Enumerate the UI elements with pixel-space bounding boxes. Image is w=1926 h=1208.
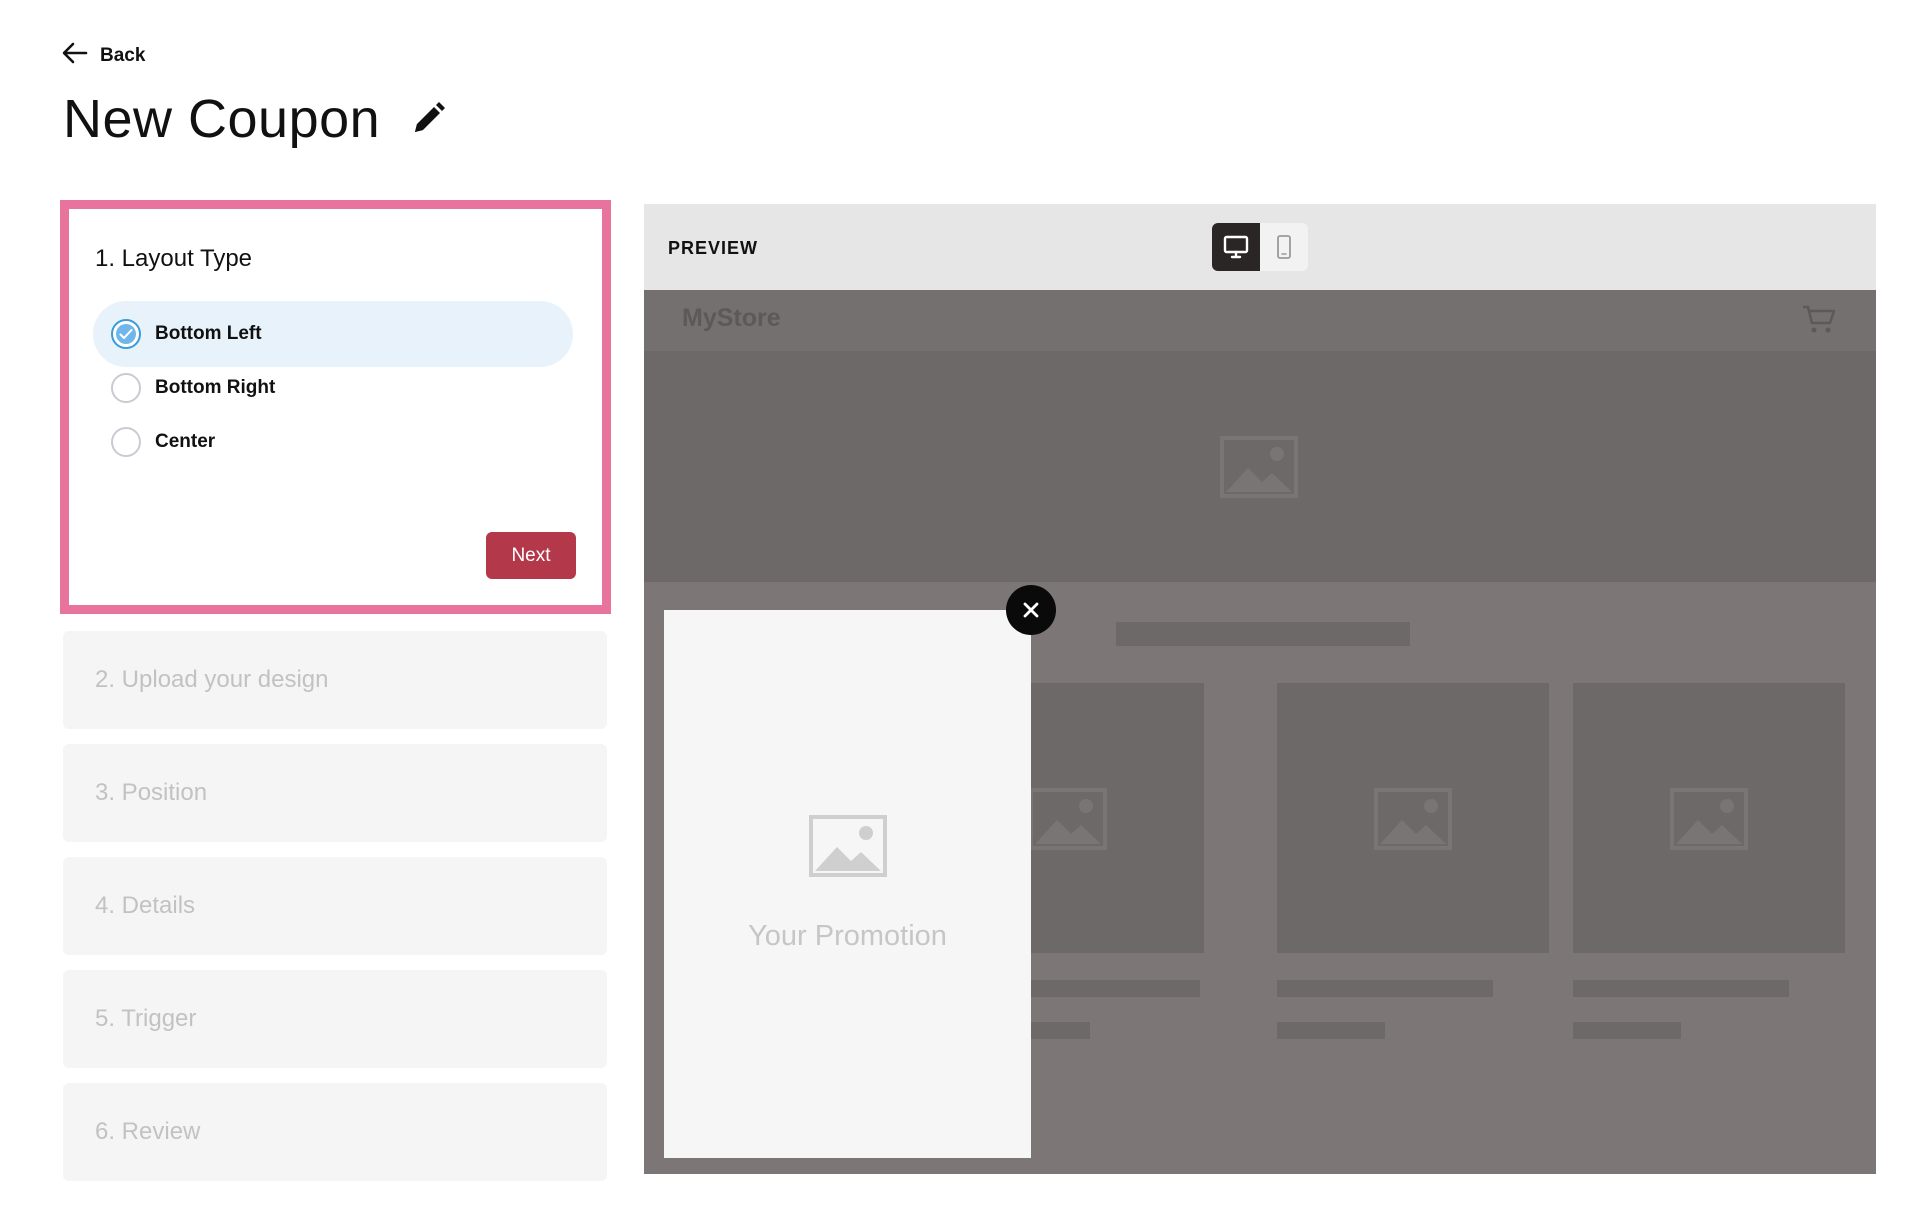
back-label: Back <box>100 45 146 66</box>
step-details[interactable]: 4. Details <box>63 857 607 955</box>
option-label: Center <box>155 431 216 452</box>
next-button[interactable]: Next <box>486 532 576 579</box>
mobile-icon <box>1277 235 1291 259</box>
image-placeholder-icon <box>1374 788 1452 850</box>
page-title: New Coupon <box>63 89 381 149</box>
product-title-placeholder <box>1573 980 1789 997</box>
preview-header: PREVIEW <box>644 204 1876 290</box>
step-position[interactable]: 3. Position <box>63 744 607 842</box>
step-review[interactable]: 6. Review <box>63 1083 607 1181</box>
image-placeholder-icon <box>1029 788 1107 850</box>
product-title-placeholder <box>1277 980 1493 997</box>
close-popup-button[interactable] <box>1006 585 1056 635</box>
step-layout-type: 1. Layout Type Bottom Left Bottom Right … <box>60 200 611 614</box>
cart-icon <box>1803 305 1836 333</box>
image-placeholder-icon <box>1220 436 1298 498</box>
product-price-placeholder <box>1277 1022 1385 1039</box>
radio-unselected[interactable] <box>111 373 141 403</box>
desktop-icon <box>1223 235 1249 259</box>
radio-selected[interactable] <box>111 319 141 349</box>
desktop-toggle[interactable] <box>1212 223 1260 271</box>
preview-label: PREVIEW <box>668 238 759 258</box>
device-toggle <box>1212 223 1308 271</box>
step-title: 1. Layout Type <box>95 245 253 272</box>
step-upload-design[interactable]: 2. Upload your design <box>63 631 607 729</box>
section-heading-placeholder <box>1116 622 1410 646</box>
promotion-text: Your Promotion <box>748 920 947 952</box>
pencil-icon[interactable] <box>410 101 446 137</box>
radio-unselected[interactable] <box>111 427 141 457</box>
product-card <box>1573 683 1845 953</box>
image-placeholder-icon <box>1670 788 1748 850</box>
product-price-placeholder <box>1573 1022 1681 1039</box>
check-icon <box>119 329 133 339</box>
option-label: Bottom Left <box>155 323 262 344</box>
arrow-left-icon <box>62 40 88 72</box>
store-navbar: MyStore <box>644 290 1876 352</box>
title-row: New Coupon <box>63 88 446 150</box>
hero-banner <box>644 352 1876 582</box>
image-placeholder-icon <box>809 815 887 877</box>
close-icon <box>1023 602 1039 618</box>
option-label: Bottom Right <box>155 377 276 398</box>
product-card <box>1277 683 1549 953</box>
store-name: MyStore <box>682 304 781 332</box>
mobile-toggle[interactable] <box>1260 223 1308 271</box>
promotion-popup: Your Promotion <box>664 610 1031 1158</box>
option-center[interactable]: Center <box>93 409 573 475</box>
step-trigger[interactable]: 5. Trigger <box>63 970 607 1068</box>
back-link[interactable]: Back <box>62 40 145 72</box>
